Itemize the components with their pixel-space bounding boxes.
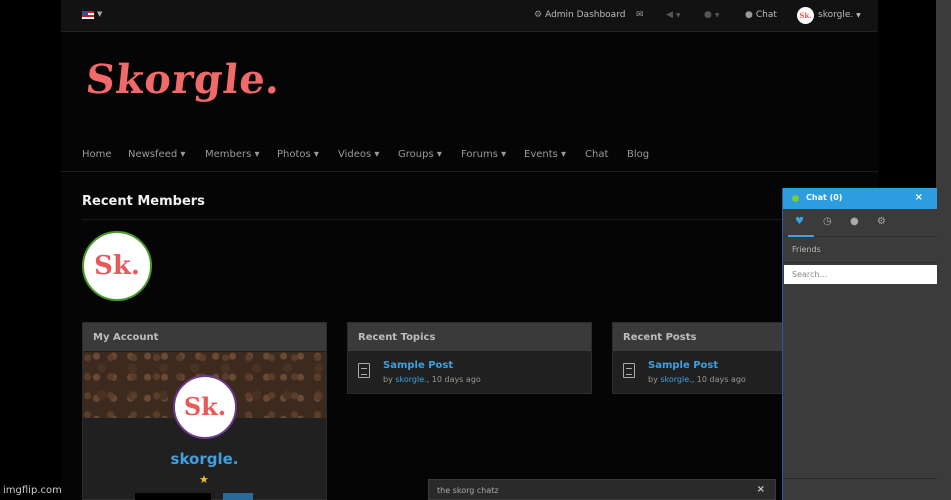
nav-chat[interactable]: Chat (585, 149, 608, 160)
comments-icon: ● (745, 10, 753, 20)
section-divider (82, 219, 782, 220)
panel-heading: Recent Topics (348, 323, 591, 351)
watermark: imgflip.com (3, 485, 62, 496)
clock-icon[interactable]: ◷ (823, 216, 832, 227)
topic-meta: by skorgle., 10 days ago (383, 375, 481, 384)
nav-members[interactable]: Members ▾ (205, 149, 260, 160)
gear-icon: ⚙ (534, 10, 543, 20)
main-nav: Home Newsfeed ▾ Members ▾ Photos ▾ Video… (61, 145, 878, 171)
scrollbar-track[interactable] (936, 0, 951, 500)
chevron-down-icon: ▼ (714, 12, 720, 19)
account-info-bar (135, 493, 211, 500)
recent-topics-panel: Recent Topics Sample Post by skorgle., 1… (347, 322, 592, 394)
chat-link[interactable]: ● Chat (745, 10, 777, 20)
chat-footer (783, 478, 937, 500)
post-meta: by skorgle., 10 days ago (648, 375, 746, 384)
nav-photos[interactable]: Photos ▾ (277, 149, 319, 160)
gear-icon[interactable]: ⚙ (877, 216, 886, 227)
nav-videos[interactable]: Videos ▾ (338, 149, 379, 160)
document-icon (623, 363, 635, 378)
my-account-panel: My Account Sk. skorgle. ★ (82, 322, 327, 500)
site-logo[interactable]: Skorgle. (84, 56, 284, 103)
active-tab-indicator (788, 235, 814, 237)
close-icon[interactable]: × (757, 484, 765, 495)
nav-home[interactable]: Home (82, 149, 112, 160)
account-info-link[interactable] (223, 493, 253, 500)
language-flag-icon[interactable] (82, 11, 94, 19)
comments-icon[interactable]: ● (850, 216, 859, 227)
chat-search-input[interactable] (784, 265, 937, 284)
online-status-icon (792, 195, 799, 202)
post-title-link[interactable]: Sample Post (648, 360, 718, 371)
chat-header[interactable]: Chat (0) × (783, 188, 937, 209)
user-menu[interactable]: skorgle. ▼ (818, 10, 861, 20)
recent-posts-panel: Recent Posts Sample Post by skorgle., 10… (612, 322, 787, 394)
heart-icon[interactable]: ♥ (795, 216, 804, 227)
chat-panel: Chat (0) × ♥ ◷ ● ⚙ Friends (782, 188, 937, 500)
by-label: by (383, 375, 393, 384)
account-avatar[interactable]: Sk. (173, 375, 237, 439)
left-margin (0, 0, 61, 500)
messages-button[interactable]: ✉ (636, 10, 647, 20)
chevron-down-icon: ▼ (856, 12, 861, 19)
chat-title: Chat (0) (806, 193, 843, 202)
nav-newsfeed[interactable]: Newsfeed ▾ (128, 149, 185, 160)
close-icon[interactable]: × (915, 192, 923, 203)
right-margin (878, 0, 936, 188)
chat-link-label: Chat (755, 10, 777, 20)
by-label: by (648, 375, 658, 384)
chat-window-title: the skorg chatz (437, 486, 499, 495)
chat-window-tab[interactable]: the skorg chatz × (428, 479, 776, 500)
envelope-icon: ✉ (636, 10, 644, 20)
friend-requests-button[interactable]: ● ▼ (704, 10, 719, 20)
star-icon: ★ (199, 473, 209, 486)
chat-tabs: ♥ ◷ ● ⚙ (783, 209, 937, 237)
topic-title-link[interactable]: Sample Post (383, 360, 453, 371)
author-link[interactable]: skorgle. (395, 375, 426, 384)
notifications-button[interactable]: ◀ ▼ (666, 10, 681, 20)
list-item: Sample Post by skorgle., 10 days ago (613, 351, 786, 393)
panel-heading: My Account (83, 323, 326, 351)
panel-heading: Recent Posts (613, 323, 786, 351)
nav-events[interactable]: Events ▾ (524, 149, 566, 160)
nav-forums[interactable]: Forums ▾ (461, 149, 506, 160)
admin-dashboard-link[interactable]: ⚙ Admin Dashboard (534, 10, 625, 20)
nav-divider (61, 171, 878, 172)
nav-blog[interactable]: Blog (627, 149, 649, 160)
timestamp: , 10 days ago (691, 375, 746, 384)
document-icon (358, 363, 370, 378)
member-avatar[interactable]: Sk. (82, 231, 152, 301)
megaphone-icon: ◀ (666, 10, 673, 20)
chevron-down-icon: ▼ (675, 12, 681, 19)
nav-groups[interactable]: Groups ▾ (398, 149, 442, 160)
account-name[interactable]: skorgle. (83, 450, 326, 468)
friends-label: Friends (783, 237, 937, 263)
admin-dashboard-label: Admin Dashboard (545, 10, 626, 20)
author-link[interactable]: skorgle. (660, 375, 691, 384)
top-bar: ▼ ⚙ Admin Dashboard ✉ ◀ ▼ ● ▼ ● Chat Sk. sko… (61, 0, 878, 32)
users-icon: ● (704, 10, 712, 20)
user-menu-label: skorgle. (818, 10, 854, 20)
timestamp: , 10 days ago (426, 375, 481, 384)
list-item: Sample Post by skorgle., 10 days ago (348, 351, 591, 393)
chevron-down-icon[interactable]: ▼ (97, 10, 102, 18)
recent-members-title: Recent Members (82, 194, 205, 209)
user-avatar[interactable]: Sk. (797, 7, 814, 24)
